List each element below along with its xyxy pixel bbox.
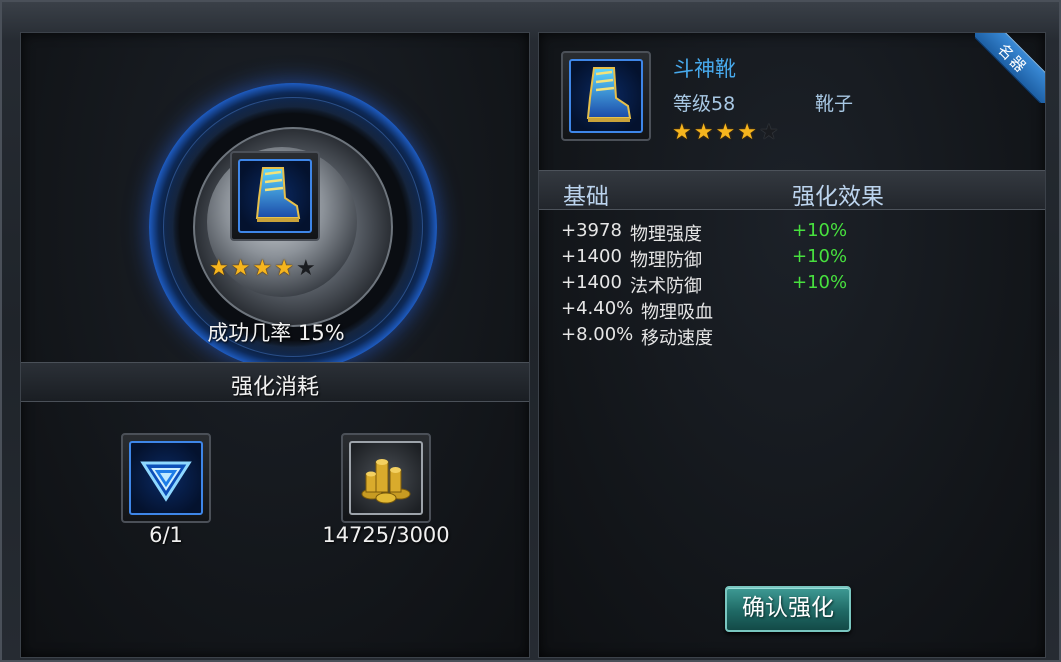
stat-name: 物理防御 [630, 250, 702, 271]
stat-name: 法术防御 [630, 276, 702, 297]
star-filled-icon: ★ [715, 120, 736, 145]
gold-coins-icon [361, 459, 411, 504]
star-empty-icon: ★ [758, 120, 779, 145]
effect-column-header: 强化效果 [792, 184, 884, 210]
item-rating-stars: ★ ★ ★ ★ ★ [209, 257, 316, 281]
stat-name: 移动速度 [641, 328, 713, 349]
star-empty-icon: ★ [295, 256, 316, 281]
stat-bonus: +10% [792, 272, 848, 293]
crystal-triangle-icon [140, 461, 192, 502]
stats-table-header: 基础 强化效果 [539, 170, 1045, 210]
stat-row: +1400 [561, 272, 622, 293]
crystal-cost-label: 6/1 [149, 523, 183, 547]
star-filled-icon: ★ [230, 256, 251, 281]
enhance-item-slot[interactable] [230, 151, 320, 241]
item-info-stars: ★ ★ ★ ★ ★ [672, 121, 779, 145]
stat-row: +8.00% [561, 324, 634, 345]
item-level: 等级58 [673, 93, 736, 115]
enhance-preview-panel: ★ ★ ★ ★ ★ 成功几率 15% 强化消耗 6/1 14725/3000 [20, 32, 530, 658]
rarity-badge-label: 名器 [975, 33, 1045, 103]
stat-bonus: +10% [792, 220, 848, 241]
item-info-panel: 名器 斗神靴 等级58 靴子 ★ ★ ★ ★ ★ 基础 强化效果 +3978 物… [538, 32, 1046, 658]
stat-row: +3978 [561, 220, 622, 241]
stat-row: +1400 [561, 246, 622, 267]
star-filled-icon: ★ [737, 120, 757, 145]
base-column-header: 基础 [563, 184, 609, 210]
success-rate-text: 成功几率 15% [207, 321, 345, 345]
star-filled-icon: ★ [252, 256, 273, 281]
enhance-window: ★ ★ ★ ★ ★ 成功几率 15% 强化消耗 6/1 14725/3000 名… [0, 0, 1061, 662]
confirm-enhance-button[interactable]: 确认强化 [725, 586, 851, 632]
item-name: 斗神靴 [673, 57, 736, 81]
stat-row: +4.40% [561, 298, 634, 319]
cost-header: 强化消耗 [21, 362, 529, 402]
cost-header-title: 强化消耗 [230, 375, 319, 400]
material-slot-crystal[interactable] [121, 433, 211, 523]
stat-name: 物理强度 [630, 224, 702, 245]
star-filled-icon: ★ [274, 256, 294, 281]
stat-name: 物理吸血 [641, 302, 713, 323]
item-type: 靴子 [815, 93, 854, 115]
gold-cost-label: 14725/3000 [322, 523, 450, 547]
material-slot-gold[interactable] [341, 433, 431, 523]
stat-bonus: +10% [792, 246, 848, 267]
item-icon-slot[interactable] [561, 51, 651, 141]
star-filled-icon: ★ [672, 120, 692, 145]
boot-icon [586, 67, 632, 122]
rarity-badge: 名器 [975, 33, 1045, 103]
star-filled-icon: ★ [209, 256, 229, 281]
boot-icon [255, 167, 301, 222]
star-filled-icon: ★ [693, 120, 714, 145]
